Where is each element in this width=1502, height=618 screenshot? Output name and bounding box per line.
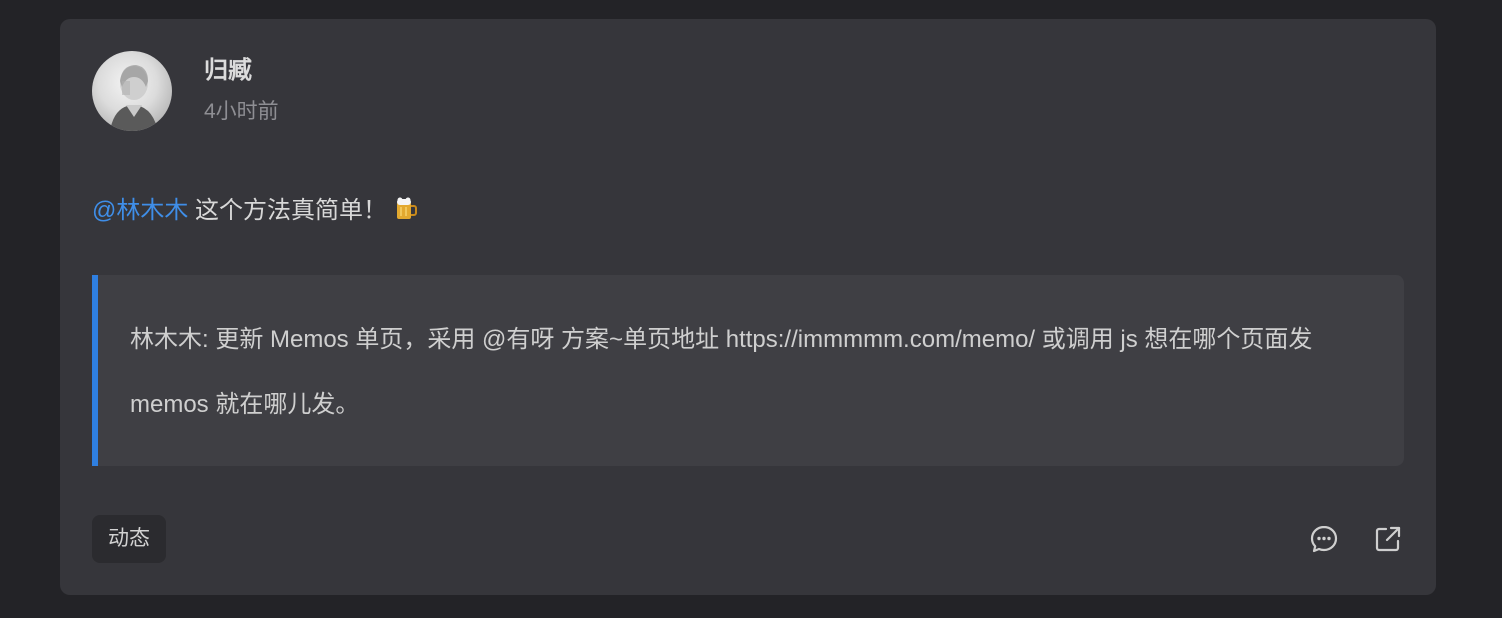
mention-link[interactable]: @林木木 [92,197,188,224]
post-text: 这个方法真简单！ [188,197,388,224]
comment-icon[interactable] [1308,523,1340,555]
quote-accent-bar [92,275,98,466]
memo-card: 归臧 4小时前 @林木木 这个方法真简单！ 林木木: 更新 Memos 单页，采… [60,19,1436,595]
post-content: @林木木 这个方法真简单！ [92,194,419,232]
quoted-memo[interactable]: 林木木: 更新 Memos 单页，采用 @有呀 方案~单页地址 https://… [92,275,1404,466]
post-time: 4小时前 [204,100,279,123]
tag-badge[interactable]: 动态 [92,515,166,563]
beer-mug-icon [393,196,419,232]
avatar[interactable] [92,51,172,131]
external-link-icon[interactable] [1372,523,1404,555]
avatar-portrait-icon [110,65,158,131]
quote-text: 林木木: 更新 Memos 单页，采用 @有呀 方案~单页地址 https://… [130,326,1313,418]
author-name[interactable]: 归臧 [204,55,252,87]
